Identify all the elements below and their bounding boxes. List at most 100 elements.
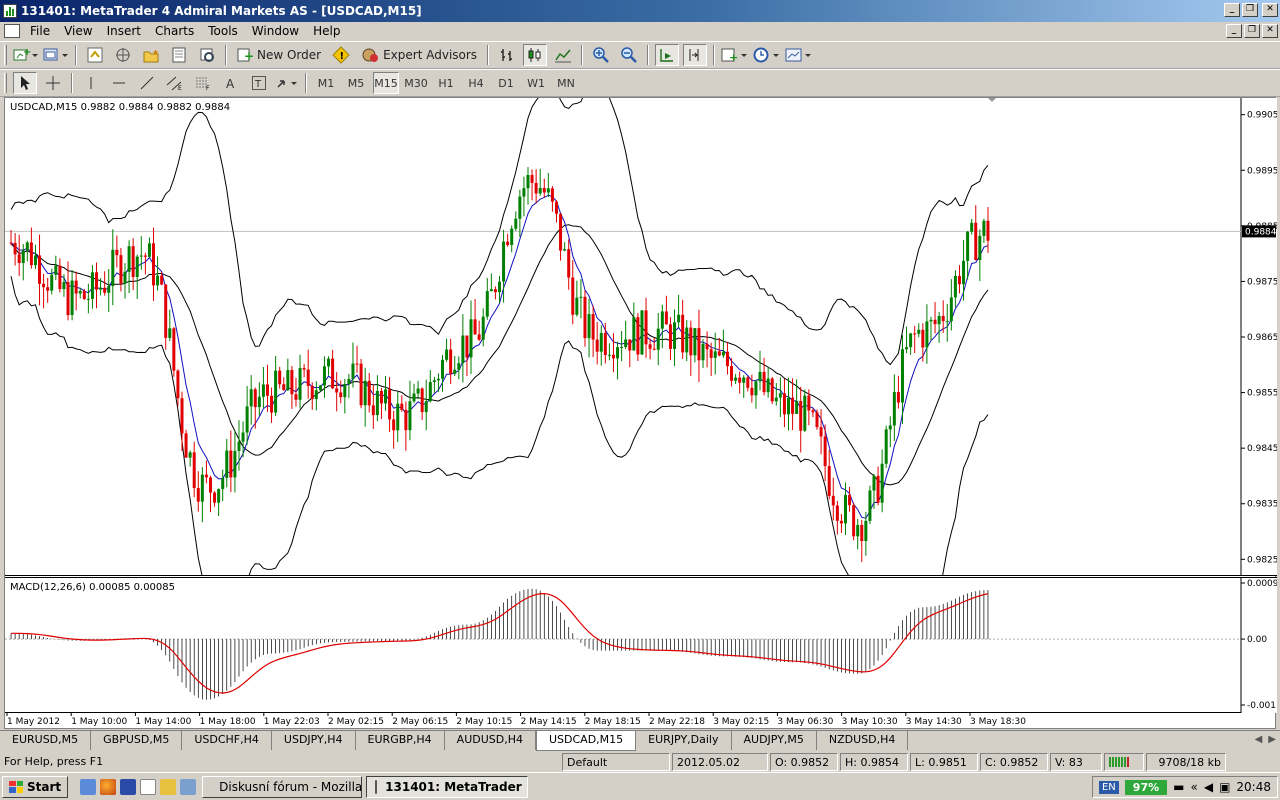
network-tray-icon[interactable]: ▣ xyxy=(1219,780,1230,794)
mdi-close-button[interactable]: ✕ xyxy=(1262,24,1278,38)
power-plug-icon[interactable]: ▬ xyxy=(1173,780,1184,794)
chart-shift-icon[interactable] xyxy=(683,44,708,66)
timeframe-h4-button[interactable]: H4 xyxy=(463,72,489,94)
templates-icon[interactable] xyxy=(785,44,813,66)
auto-scroll-icon[interactable] xyxy=(655,44,680,66)
vertical-line-icon[interactable] xyxy=(79,72,103,94)
minimize-button[interactable]: _ xyxy=(1224,3,1240,17)
tab-usdcad-m15[interactable]: USDCAD,M15 xyxy=(536,731,637,751)
indicators-icon[interactable]: + xyxy=(721,44,749,66)
tab-scroll-right-icon[interactable]: ▶ xyxy=(1268,734,1276,745)
expert-advisors-button[interactable]: Expert Advisors xyxy=(357,44,481,66)
battery-indicator[interactable]: 97% xyxy=(1124,779,1168,795)
chart-document-icon[interactable] xyxy=(4,24,20,38)
volume-icon[interactable]: ◀ xyxy=(1204,780,1213,794)
trendline-icon[interactable] xyxy=(135,72,159,94)
timeframe-m15-button[interactable]: M15 xyxy=(373,72,399,94)
menu-help[interactable]: Help xyxy=(306,24,347,38)
candlestick-chart-icon[interactable] xyxy=(523,44,548,66)
candle-body xyxy=(587,314,591,339)
menu-insert[interactable]: Insert xyxy=(100,24,148,38)
taskbar-firefox-window[interactable]: Diskusní fórum - Mozilla F... xyxy=(202,775,363,798)
bar-chart-icon[interactable] xyxy=(495,44,519,66)
macd-chart[interactable]: 0.00097 0.00 -0.00114 MACD(12,26,6) 0.0008… xyxy=(5,577,1277,713)
terminal-icon[interactable] xyxy=(167,44,191,66)
candle-body xyxy=(677,314,681,323)
navigator-icon[interactable]: ★ xyxy=(139,44,163,66)
zoom-in-icon[interactable] xyxy=(589,44,613,66)
text-label-icon[interactable]: T xyxy=(247,72,271,94)
language-indicator[interactable]: EN xyxy=(1098,780,1119,794)
arrows-icon[interactable] xyxy=(275,72,299,94)
zoom-out-icon[interactable] xyxy=(617,44,641,66)
tray-expand-icon[interactable]: « xyxy=(1190,780,1197,794)
mdi-minimize-button[interactable]: _ xyxy=(1226,24,1242,38)
time-axis-label: 1 May 2012 xyxy=(7,717,60,727)
network-icon[interactable] xyxy=(180,778,197,795)
candle-body xyxy=(880,463,884,503)
tab-gbpusd-m5[interactable]: GBPUSD,M5 xyxy=(91,731,183,750)
cursor-icon[interactable] xyxy=(13,72,37,94)
tab-eurjpy-daily[interactable]: EURJPY,Daily xyxy=(636,731,732,750)
line-chart-icon[interactable] xyxy=(551,44,575,66)
candle-body xyxy=(90,272,94,299)
candle-body xyxy=(343,384,347,398)
menu-view[interactable]: View xyxy=(57,24,99,38)
chart-window[interactable]: 0.99050.98950.98850.98750.98650.98550.98… xyxy=(4,97,1277,729)
new-order-button[interactable]: + New Order xyxy=(233,44,325,66)
profiles-icon[interactable] xyxy=(43,44,69,66)
text-icon[interactable]: A xyxy=(219,72,243,94)
equidistant-channel-icon[interactable]: E xyxy=(163,72,187,94)
timeframe-m1-button[interactable]: M1 xyxy=(313,72,339,94)
candle-body xyxy=(208,477,212,493)
restore-button[interactable]: ❐ xyxy=(1242,3,1258,17)
menu-charts[interactable]: Charts xyxy=(148,24,201,38)
market-watch-icon[interactable] xyxy=(83,44,107,66)
price-chart[interactable]: 0.99050.98950.98850.98750.98650.98550.98… xyxy=(5,98,1277,576)
candle-body xyxy=(660,311,664,329)
save-icon[interactable] xyxy=(120,778,137,795)
svg-text:E: E xyxy=(178,85,182,91)
tab-scroll-left-icon[interactable]: ◀ xyxy=(1255,734,1263,745)
strategy-tester-icon[interactable] xyxy=(195,44,219,66)
candle-body xyxy=(50,274,54,291)
menu-window[interactable]: Window xyxy=(245,24,306,38)
tab-audusd-h4[interactable]: AUDUSD,H4 xyxy=(445,731,536,750)
notepad-icon[interactable] xyxy=(140,778,157,795)
data-window-icon[interactable] xyxy=(111,44,135,66)
mdi-restore-button[interactable]: ❐ xyxy=(1244,24,1260,38)
fibonacci-icon[interactable]: F xyxy=(191,72,215,94)
new-chart-icon[interactable]: + xyxy=(13,44,39,66)
taskbar-metatrader-window[interactable]: 131401: MetaTrader ... xyxy=(366,775,529,798)
candle-body xyxy=(799,400,803,431)
tab-eurgbp-h4[interactable]: EURGBP,H4 xyxy=(356,731,445,750)
timeframe-w1-button[interactable]: W1 xyxy=(523,72,549,94)
timeframe-m5-button[interactable]: M5 xyxy=(343,72,369,94)
tab-nzdusd-h4[interactable]: NZDUSD,H4 xyxy=(817,731,909,750)
close-button[interactable]: ✕ xyxy=(1262,3,1278,17)
timeframe-h1-button[interactable]: H1 xyxy=(433,72,459,94)
metaeditor-icon[interactable]: ! xyxy=(329,44,353,66)
tab-audjpy-m5[interactable]: AUDJPY,M5 xyxy=(732,731,817,750)
status-bar: For Help, press F1 Default 2012.05.02 04… xyxy=(0,752,1280,786)
timeframe-d1-button[interactable]: D1 xyxy=(493,72,519,94)
periods-icon[interactable] xyxy=(753,44,781,66)
tab-eurusd-m5[interactable]: EURUSD,M5 xyxy=(0,731,92,750)
crosshair-icon[interactable] xyxy=(41,72,65,94)
menu-file[interactable]: File xyxy=(23,24,57,38)
folder-icon[interactable] xyxy=(160,778,177,795)
menu-tools[interactable]: Tools xyxy=(201,24,245,38)
firefox-icon[interactable] xyxy=(100,778,117,795)
show-desktop-icon[interactable] xyxy=(80,778,97,795)
timeframe-mn-button[interactable]: MN xyxy=(553,72,579,94)
candle-body xyxy=(327,358,331,367)
candle-body xyxy=(852,505,856,537)
horizontal-line-icon[interactable] xyxy=(107,72,131,94)
timeframe-m30-button[interactable]: M30 xyxy=(403,72,429,94)
tab-usdjpy-h4[interactable]: USDJPY,H4 xyxy=(272,731,356,750)
price-axis-label: 0.9835 xyxy=(1247,500,1277,510)
candle-body xyxy=(807,395,811,411)
candle-body xyxy=(111,249,115,287)
tab-usdchf-h4[interactable]: USDCHF,H4 xyxy=(182,731,272,750)
start-button[interactable]: Start xyxy=(2,775,69,798)
